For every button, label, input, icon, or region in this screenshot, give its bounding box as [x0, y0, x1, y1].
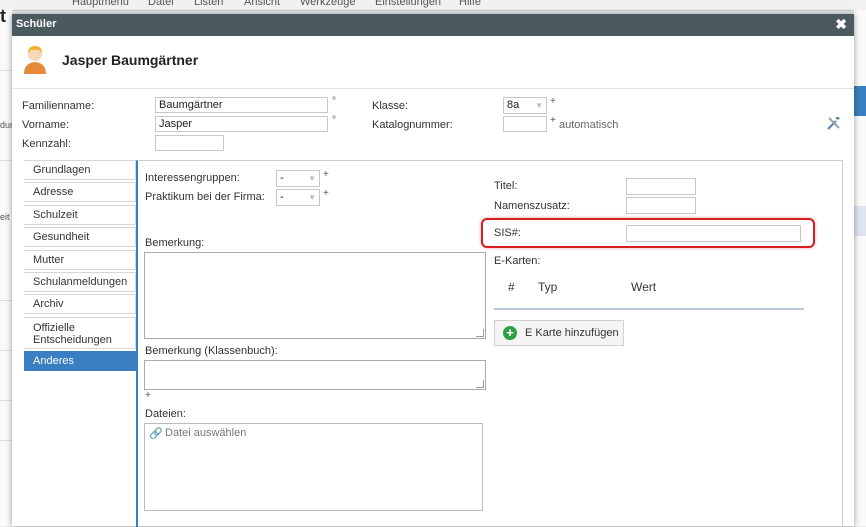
dialog-title: Schüler [16, 18, 57, 30]
klasse-value: 8a [507, 99, 520, 111]
praktikum-select[interactable]: - ▼ [276, 189, 320, 206]
familienname-input[interactable] [155, 97, 328, 113]
klasse-select[interactable]: 8a ▼ [503, 97, 547, 114]
chevron-down-icon: ▼ [535, 101, 543, 110]
student-header: Jasper Baumgärtner [12, 36, 854, 89]
student-dialog: Schüler ✖ Jasper Baumgärtner Familiennam… [12, 14, 854, 527]
nav-item-gesundheit[interactable]: Gesundheit [24, 227, 136, 248]
background-fragment: eit [0, 212, 10, 222]
bemerkung-klassenbuch-textarea[interactable] [144, 360, 486, 390]
chevron-down-icon: ▼ [308, 174, 316, 183]
kennzahl-label: Kennzahl: [22, 138, 71, 150]
close-icon[interactable]: ✖ [835, 16, 847, 33]
interessengruppen-value: - [280, 172, 284, 184]
bemerkung-klassenbuch-label: Bemerkung (Klassenbuch): [145, 345, 278, 357]
titel-label: Titel: [494, 180, 518, 192]
ekarten-col-wert: Wert [631, 280, 657, 294]
paperclip-icon: 🔗 [149, 428, 163, 440]
plus-mark: + [323, 169, 329, 180]
required-mark: ° [332, 115, 336, 126]
add-ekarte-label: E Karte hinzufügen [525, 327, 619, 339]
ekarten-col-number: # [508, 280, 515, 294]
menu-datei[interactable]: Datei [148, 0, 174, 8]
file-dropzone[interactable]: 🔗 Datei auswählen [144, 423, 483, 511]
plus-mark: + [550, 115, 556, 126]
ekarten-col-typ: Typ [538, 280, 558, 294]
menu-hilfe[interactable]: Hilfe [459, 0, 481, 8]
nav-item-offizielle-entscheidungen[interactable]: Offizielle Entscheidungen [24, 316, 136, 349]
menu-hauptmenu[interactable]: Hauptmenü [72, 0, 129, 8]
menu-werkzeuge[interactable]: Werkzeuge [300, 0, 355, 8]
add-icon: + [503, 326, 517, 340]
namenszusatz-input[interactable] [626, 197, 696, 214]
sis-highlight [481, 218, 815, 248]
vorname-label: Vorname: [22, 119, 70, 131]
katalognummer-label: Katalognummer: [372, 119, 453, 131]
ekarten-table-divider [494, 308, 804, 310]
app-logo: t [0, 6, 6, 26]
bemerkung-label: Bemerkung: [145, 237, 205, 249]
familienname-label: Familienname: [22, 100, 95, 112]
titel-input[interactable] [626, 178, 696, 195]
nav-item-schulzeit[interactable]: Schulzeit [24, 204, 136, 225]
nav-item-archiv[interactable]: Archiv [24, 294, 136, 315]
tools-icon[interactable] [826, 115, 842, 131]
klasse-label: Klasse: [372, 100, 409, 112]
background-menubar: Hauptmenü Datei Listen Ansicht Werkzeuge… [0, 0, 866, 11]
interessengruppen-label: Interessengruppen: [145, 172, 240, 184]
vorname-input[interactable] [155, 116, 328, 132]
required-mark: ° [332, 96, 336, 107]
nav-item-mutter[interactable]: Mutter [24, 249, 136, 270]
resize-grip-icon[interactable] [476, 380, 484, 388]
nav-item-anderes[interactable]: Anderes [24, 351, 136, 372]
kennzahl-input[interactable] [155, 135, 224, 151]
interessengruppen-select[interactable]: - ▼ [276, 170, 320, 187]
background-left-panel: dur eit [0, 10, 13, 526]
namenszusatz-label: Namenszusatz: [494, 200, 570, 212]
plus-mark: + [550, 96, 556, 107]
student-name: Jasper Baumgärtner [62, 52, 199, 68]
menu-einstellungen[interactable]: Einstellungen [375, 0, 441, 8]
ekarten-label: E-Karten: [494, 255, 541, 267]
background-right-panel [854, 10, 866, 526]
dialog-titlebar: Schüler ✖ [12, 14, 854, 36]
menu-listen[interactable]: Listen [194, 0, 223, 8]
menu-ansicht[interactable]: Ansicht [244, 0, 280, 8]
chevron-down-icon: ▼ [308, 193, 316, 202]
plus-mark: + [145, 390, 151, 401]
dateien-label: Dateien: [145, 408, 186, 420]
datei-auswaehlen-placeholder[interactable]: Datei auswählen [165, 427, 246, 439]
resize-grip-icon[interactable] [476, 329, 484, 337]
katalognummer-input[interactable] [503, 116, 547, 132]
bemerkung-textarea[interactable] [144, 252, 486, 339]
plus-mark: + [323, 188, 329, 199]
praktikum-value: - [280, 191, 284, 203]
student-avatar-icon [24, 46, 46, 74]
add-ekarte-button[interactable]: + E Karte hinzufügen [494, 320, 624, 346]
praktikum-label: Praktikum bei der Firma: [145, 191, 265, 203]
nav-item-grundlagen[interactable]: Grundlagen [24, 160, 136, 180]
automatisch-label: automatisch [559, 119, 619, 131]
nav-item-adresse[interactable]: Adresse [24, 182, 136, 203]
section-nav: Grundlagen Adresse Schulzeit Gesundheit … [24, 160, 136, 374]
nav-item-schulanmeldungen[interactable]: Schulanmeldungen [24, 271, 136, 292]
